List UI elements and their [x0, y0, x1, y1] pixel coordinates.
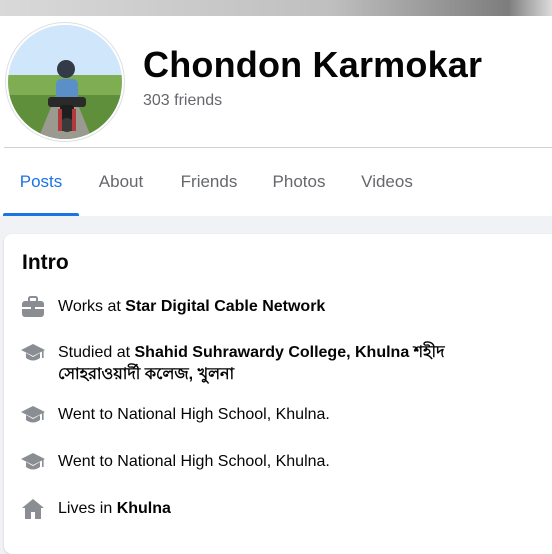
- profile-name: Chondon Karmokar: [143, 44, 483, 85]
- tab-about[interactable]: About: [86, 148, 156, 216]
- intro-item-prefix: Works at: [58, 298, 126, 315]
- city-link[interactable]: Khulna: [117, 500, 171, 517]
- cover-photo[interactable]: [0, 0, 552, 16]
- tab-posts[interactable]: Posts: [4, 148, 78, 216]
- tab-friends[interactable]: Friends: [168, 148, 250, 216]
- avatar[interactable]: [6, 23, 124, 141]
- intro-item-college: Studied at Shahid Suhrawardy College, Kh…: [20, 340, 540, 386]
- intro-item-lives: Lives in Khulna: [20, 496, 540, 522]
- intro-item-text: Went to National High School, Khulna.: [58, 453, 330, 470]
- briefcase-icon: [20, 294, 46, 320]
- intro-item-text: Went to National High School, Khulna.: [58, 406, 330, 423]
- graduation-cap-icon: [20, 449, 46, 475]
- tab-photos[interactable]: Photos: [261, 148, 337, 216]
- intro-item-work: Works at Star Digital Cable Network: [20, 294, 540, 320]
- intro-item-prefix: Studied at: [58, 344, 135, 361]
- profile-tabs: Posts About Friends Photos Videos: [0, 148, 552, 216]
- graduation-cap-icon: [20, 402, 46, 428]
- intro-card: Intro Works at Star Digital Cable Networ…: [4, 234, 552, 554]
- active-tab-indicator: [3, 213, 79, 216]
- intro-item-prefix: Lives in: [58, 500, 117, 517]
- friends-count[interactable]: 303 friends: [143, 92, 222, 110]
- intro-item-text: Works at Star Digital Cable Network: [58, 294, 325, 318]
- home-icon: [20, 496, 46, 522]
- intro-title: Intro: [22, 251, 69, 274]
- graduation-cap-icon: [20, 340, 46, 366]
- tab-videos[interactable]: Videos: [350, 148, 424, 216]
- intro-item-text: Studied at Shahid Suhrawardy College, Kh…: [58, 340, 488, 386]
- intro-item-school: Went to National High School, Khulna.: [20, 402, 540, 428]
- profile-header: Chondon Karmokar 303 friends Posts About…: [0, 16, 552, 216]
- intro-item-text: Lives in Khulna: [58, 496, 171, 520]
- workplace-link[interactable]: Star Digital Cable Network: [125, 298, 325, 315]
- intro-item-school: Went to National High School, Khulna.: [20, 449, 540, 475]
